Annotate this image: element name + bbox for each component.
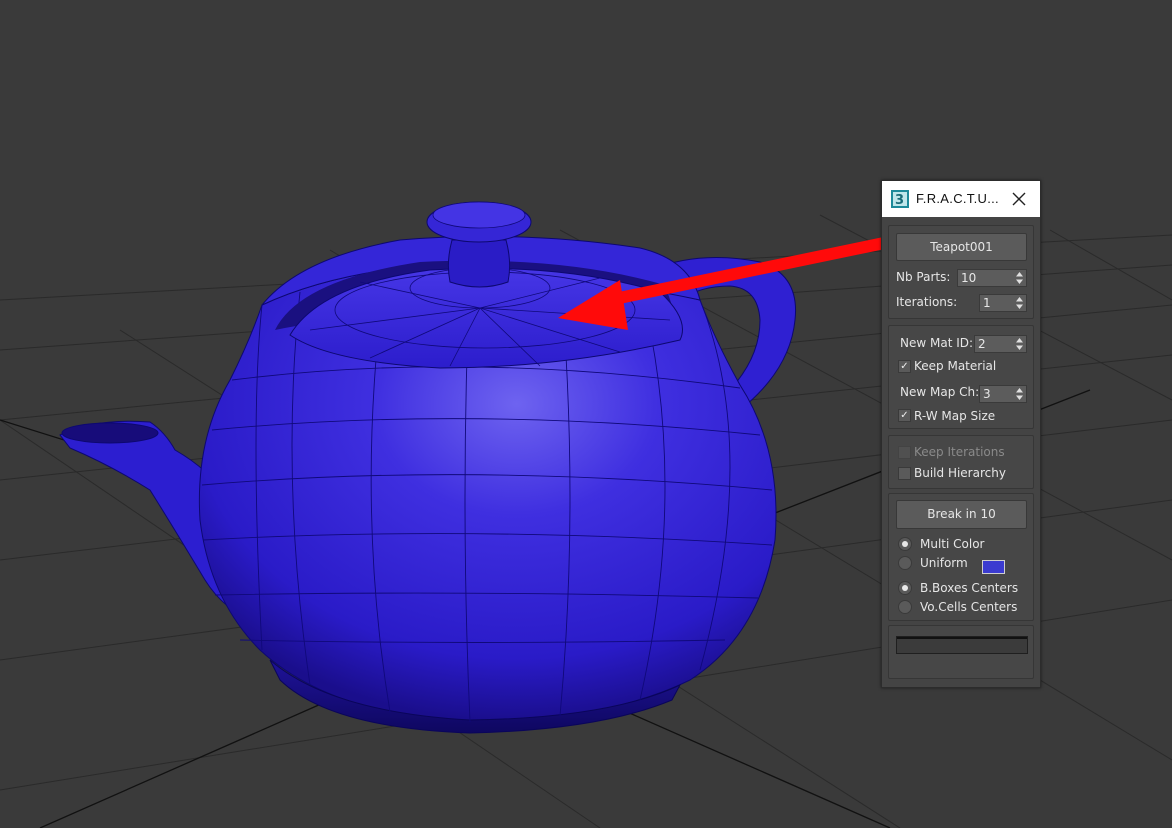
3ds-max-app-icon: 3: [891, 190, 909, 208]
spinner-arrows-icon[interactable]: [1016, 387, 1023, 401]
progress-group: [888, 625, 1034, 679]
svg-text:3: 3: [895, 193, 904, 208]
rw-map-size-checkbox[interactable]: ✓: [898, 409, 911, 422]
keep-material-checkbox[interactable]: ✓: [898, 360, 911, 373]
hierarchy-group: Keep Iterations Build Hierarchy: [888, 435, 1034, 489]
nb-parts-value: 10: [961, 271, 977, 285]
multi-color-radio[interactable]: [898, 537, 912, 551]
object-group: Teapot001 Nb Parts: 10 Iterations: 1: [888, 225, 1034, 319]
pick-object-button[interactable]: Teapot001: [896, 233, 1027, 261]
new-map-ch-label: New Map Ch:: [900, 385, 980, 399]
bbox-centers-radio[interactable]: [898, 581, 912, 595]
new-map-ch-value: 3: [983, 387, 991, 401]
window-titlebar[interactable]: 3 F.R.A.C.T.U...: [882, 181, 1040, 217]
close-icon[interactable]: [1009, 189, 1029, 209]
uniform-radio[interactable]: [898, 556, 912, 570]
spinner-arrows-icon[interactable]: [1016, 337, 1023, 351]
uniform-label: Uniform: [920, 556, 968, 570]
multi-color-label: Multi Color: [920, 537, 985, 551]
keep-material-label: Keep Material: [914, 359, 997, 373]
fracture-rollout-window[interactable]: 3 F.R.A.C.T.U... Teapot001 Nb Parts: 10 …: [881, 180, 1041, 688]
keep-iterations-checkbox[interactable]: [898, 446, 911, 459]
spinner-arrows-icon[interactable]: [1016, 271, 1023, 285]
new-mat-id-spinner[interactable]: 2: [974, 335, 1027, 353]
new-mat-id-label: New Mat ID:: [900, 336, 974, 350]
bbox-centers-label: B.Boxes Centers: [920, 581, 1019, 595]
nb-parts-label: Nb Parts:: [896, 270, 951, 284]
iterations-value: 1: [983, 296, 991, 310]
keep-iterations-label: Keep Iterations: [914, 445, 1005, 459]
progress-bar: [896, 636, 1028, 654]
new-map-ch-spinner[interactable]: 3: [979, 385, 1027, 403]
spinner-arrows-icon[interactable]: [1016, 296, 1023, 310]
window-title: F.R.A.C.T.U...: [916, 191, 999, 206]
build-hierarchy-label: Build Hierarchy: [914, 466, 1006, 480]
iterations-spinner[interactable]: 1: [979, 294, 1027, 312]
new-mat-id-value: 2: [978, 337, 986, 351]
break-button[interactable]: Break in 10: [896, 500, 1027, 529]
nb-parts-spinner[interactable]: 10: [957, 269, 1027, 287]
iterations-label: Iterations:: [896, 295, 958, 309]
material-group: New Mat ID: 2 ✓ Keep Material New Map Ch…: [888, 325, 1034, 429]
build-hierarchy-checkbox[interactable]: [898, 467, 911, 480]
break-group: Break in 10 Multi Color Uniform B.Boxes …: [888, 493, 1034, 621]
vocells-centers-label: Vo.Cells Centers: [920, 600, 1018, 614]
uniform-color-swatch[interactable]: [982, 560, 1005, 574]
vocells-centers-radio[interactable]: [898, 600, 912, 614]
rw-map-size-label: R-W Map Size: [914, 409, 996, 423]
